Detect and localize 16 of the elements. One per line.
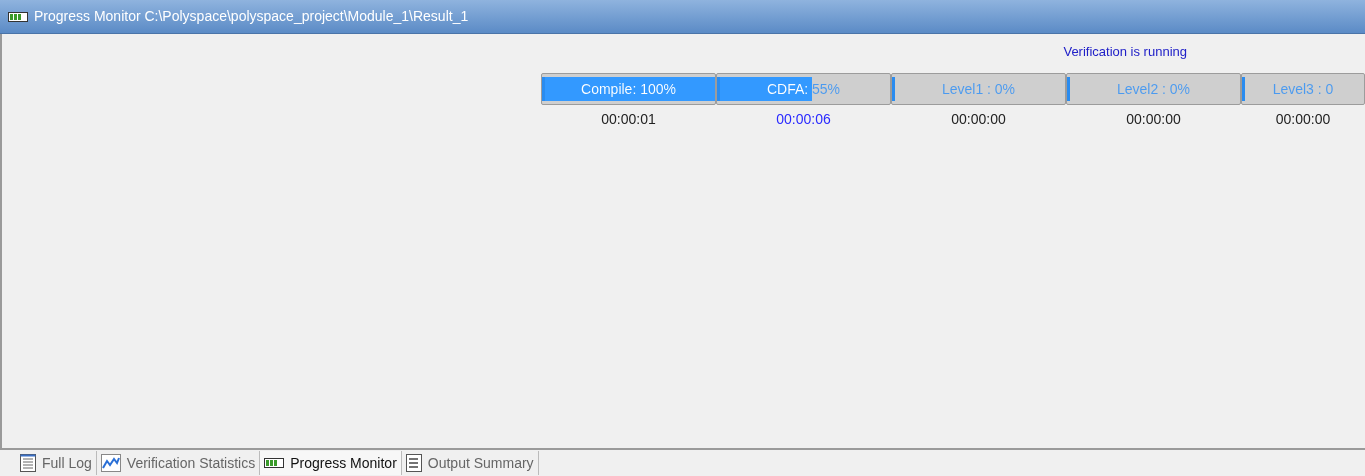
panel-tab[interactable]: Output Summary bbox=[401, 451, 539, 475]
status-text: Verification is running bbox=[1063, 43, 1187, 61]
line-chart-icon bbox=[100, 454, 121, 472]
elapsed-time: 00:00:00 bbox=[951, 110, 1006, 129]
elapsed-time: 00:00:00 bbox=[1275, 110, 1331, 129]
list-lines-icon bbox=[405, 454, 422, 472]
elapsed-time: 00:00:01 bbox=[601, 110, 656, 129]
panel-tab[interactable]: Progress Monitor bbox=[260, 451, 402, 475]
elapsed-time: 00:00:06 bbox=[776, 110, 831, 129]
elapsed-time: 00:00:00 bbox=[1126, 110, 1181, 129]
progress-bar-icon bbox=[8, 11, 28, 22]
panel-tab[interactable]: Verification Statistics bbox=[96, 451, 261, 475]
progress-bar-icon bbox=[264, 458, 285, 468]
panel-tab[interactable]: Full Log bbox=[16, 451, 97, 475]
window-title: Progress Monitor C:\Polyspace\polyspace_project\Module_1\Result_1 bbox=[34, 7, 469, 26]
document-lines-icon bbox=[20, 454, 36, 472]
